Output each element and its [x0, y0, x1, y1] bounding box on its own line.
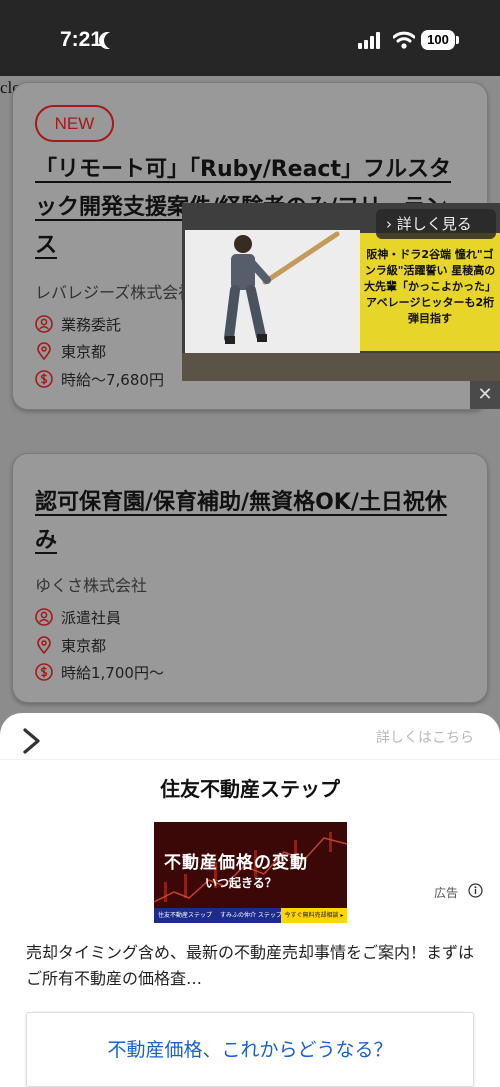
salary: 時給〜7,680円: [35, 368, 164, 390]
employment-type-label: 派遣社員: [61, 608, 122, 627]
job-title[interactable]: 認可保育園/保育補助/無資格OK/土日祝休み: [35, 484, 465, 560]
salary-label: 時給〜7,680円: [61, 370, 164, 389]
moon-icon: [104, 32, 121, 49]
job-card[interactable]: 認可保育園/保育補助/無資格OK/土日祝休み ゆくさ株式会社 派遣社員 東京都 …: [12, 453, 488, 703]
status-time: 7:21: [60, 28, 103, 51]
close-icon[interactable]: ✕: [470, 381, 500, 409]
chevron-right-icon[interactable]: [20, 727, 44, 755]
advertiser-name: 住友不動産ステップ: [160, 777, 340, 801]
dollar-icon: [35, 663, 53, 681]
employment-type: 業務委託: [35, 313, 121, 335]
banner-footer-left: 住友不動産ステップ: [158, 912, 213, 919]
video-thumbnail: [185, 230, 360, 353]
location-label: 東京都: [61, 342, 107, 361]
banner-headline: 不動産価格の変動: [164, 853, 308, 873]
batter-image: [185, 230, 360, 353]
divider: [0, 759, 500, 760]
salary-label: 時給1,700円〜: [61, 663, 164, 682]
more-button[interactable]: › 詳しく見る: [376, 209, 496, 239]
more-button-label: 詳しく見る: [396, 215, 472, 233]
cta-button[interactable]: 不動産価格、これからどうなる？: [26, 1012, 474, 1087]
location: 東京都: [35, 634, 106, 656]
chevron-right-icon: ›: [386, 215, 397, 233]
company-name: レバレジーズ株式会社: [35, 283, 195, 302]
salary: 時給1,700円〜: [35, 661, 164, 683]
ad-banner[interactable]: 不動産価格の変動 いつ起きる？ 住友不動産ステップ すみふの仲介 ステップ 今す…: [154, 822, 347, 923]
ad-description: 売却タイミング含め、最新の不動産売却事情をご案内！まずはご所有不動産の価格査…: [26, 943, 475, 988]
banner-footer-middle: すみふの仲介 ステップ: [220, 912, 282, 919]
ad-label: 広告: [434, 886, 459, 900]
banner-cta[interactable]: 今すぐ無料売却相談 ▸: [281, 908, 347, 923]
video-caption: 阪神・ドラ2谷端 憧れ"ゴンラ級"活躍誓い 星稜高の大先輩「かっこよかった」アベ…: [364, 248, 496, 325]
person-icon: [35, 315, 53, 333]
banner-subhead: いつ起きる？: [205, 876, 277, 890]
video-background: [182, 353, 500, 381]
status-bar: 7:21 100: [0, 0, 500, 76]
employment-type-label: 業務委託: [61, 315, 122, 334]
company-name: ゆくさ株式会社: [35, 576, 148, 595]
info-icon[interactable]: [468, 883, 483, 898]
more-info-link[interactable]: 詳しくはこちら: [376, 727, 474, 747]
location-pin-icon: [37, 636, 51, 654]
wifi-icon: [393, 31, 415, 49]
person-icon: [35, 608, 53, 626]
cellular-signal-icon: [358, 31, 384, 49]
new-badge: NEW: [35, 105, 114, 142]
location-pin-icon: [37, 342, 51, 360]
battery-icon: 100: [421, 30, 459, 50]
dollar-icon: [35, 370, 53, 388]
location-label: 東京都: [61, 636, 107, 655]
ad-sheet: 詳しくはこちら 住友不動産ステップ 不動産価格の変動 いつ起きる？ 住友不動産ス…: [0, 713, 500, 1087]
location: 東京都: [35, 340, 106, 362]
employment-type: 派遣社員: [35, 606, 121, 628]
video-ad[interactable]: 阪神・ドラ2谷端 憧れ"ゴンラ級"活躍誓い 星稜高の大先輩「かっこよかった」アベ…: [182, 203, 500, 381]
